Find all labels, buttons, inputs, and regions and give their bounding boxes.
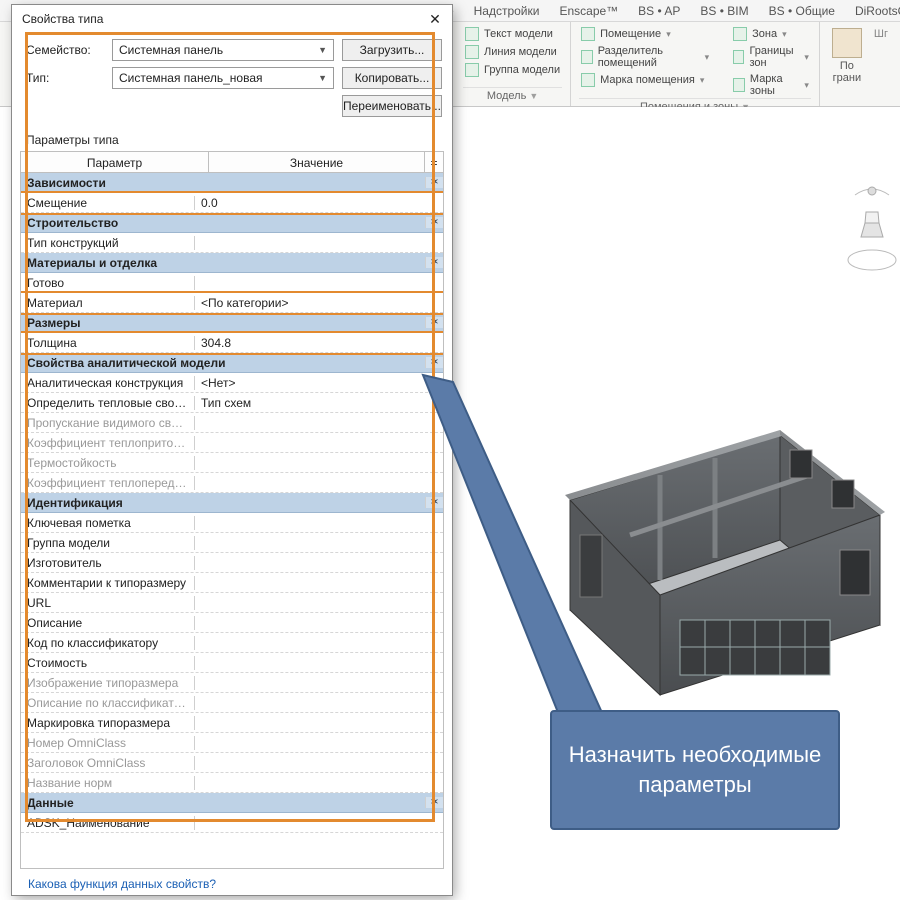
col-eq: = — [425, 152, 443, 172]
ribbon-item[interactable]: Текст модели — [463, 26, 562, 42]
group-header[interactable]: Материалы и отделка✶ — [21, 253, 443, 273]
param-row[interactable]: Комментарии к типоразмеру — [21, 573, 443, 593]
ribbon-item-icon — [581, 50, 593, 64]
param-row[interactable]: Смещение0.0 — [21, 193, 443, 213]
ribbon-panel-rooms: Помещение ▾ Разделитель помещений ▾ Марка … — [571, 22, 820, 106]
param-row[interactable]: Описание — [21, 613, 443, 633]
col-param: Параметр — [21, 152, 209, 172]
copy-button[interactable]: Копировать... — [342, 67, 442, 89]
ribbon-item-icon — [465, 63, 479, 77]
by-face-button[interactable]: По грани — [828, 26, 866, 86]
group-header[interactable]: Данные✶ — [21, 793, 443, 813]
grid-header: Параметр Значение = — [20, 151, 444, 173]
ribbon-panel-model: Текст модели Линия модели Группа модели Мо… — [455, 22, 571, 106]
ribbon-item[interactable]: Границы зон ▾ — [731, 44, 811, 70]
param-row[interactable]: ADSK_Наименование — [21, 813, 443, 833]
param-row[interactable]: Определить тепловые свойстваТип схем — [21, 393, 443, 413]
ribbon-item-icon — [733, 78, 745, 92]
param-row[interactable]: Аналитическая конструкция<Нет> — [21, 373, 443, 393]
viewcube[interactable] — [845, 185, 900, 275]
shaft-button[interactable]: Шг — [870, 26, 892, 86]
parameters-grid[interactable]: Зависимости✶Смещение0.0Строительство✶Тип… — [21, 173, 443, 869]
param-row[interactable]: Название норм — [21, 773, 443, 793]
param-row[interactable]: Стоимость — [21, 653, 443, 673]
annotation-balloon: Назначить необходимые параметры — [550, 710, 840, 830]
col-value: Значение — [209, 152, 425, 172]
group-header[interactable]: Строительство✶ — [21, 213, 443, 233]
param-row[interactable]: URL — [21, 593, 443, 613]
type-combo[interactable]: Системная панель_новая▼ — [112, 67, 334, 89]
group-header[interactable]: Размеры✶ — [21, 313, 443, 333]
ribbon-item-icon — [465, 45, 479, 59]
close-icon[interactable]: ✕ — [426, 10, 444, 28]
ribbon-panel-face: По грани Шг — [820, 22, 900, 106]
param-row[interactable]: Изображение типоразмера — [21, 673, 443, 693]
param-row[interactable]: Описание по классификатору — [21, 693, 443, 713]
ribbon-item[interactable]: Помещение ▾ — [579, 26, 711, 42]
load-button[interactable]: Загрузить... — [342, 39, 442, 61]
param-row[interactable]: Тип конструкций — [21, 233, 443, 253]
param-row[interactable]: Готово — [21, 273, 443, 293]
ribbon-item-icon — [465, 27, 479, 41]
param-row[interactable]: Толщина304.8 — [21, 333, 443, 353]
param-row[interactable]: Коэффициент теплопритока от — [21, 433, 443, 453]
ribbon-item[interactable]: Линия модели — [463, 44, 562, 60]
group-header[interactable]: Зависимости✶ — [21, 173, 443, 193]
help-link[interactable]: Какова функция данных свойств? — [16, 869, 448, 891]
ribbon-tab[interactable]: BS • BIM — [690, 4, 758, 18]
dialog-title: Свойства типа — [22, 12, 103, 26]
ribbon-item-icon — [581, 27, 595, 41]
group-header[interactable]: Свойства аналитической модели✶ — [21, 353, 443, 373]
ribbon-item-icon — [733, 50, 744, 64]
param-row[interactable]: Материал<По категории> — [21, 293, 443, 313]
rename-button[interactable]: Переименовать... — [342, 95, 442, 117]
ribbon-tab[interactable]: Надстройки — [464, 4, 550, 18]
param-row[interactable]: Изготовитель — [21, 553, 443, 573]
param-row[interactable]: Код по классификатору — [21, 633, 443, 653]
panel-title-model: Модель — [487, 90, 526, 102]
param-row[interactable]: Пропускание видимого света — [21, 413, 443, 433]
ribbon-tab[interactable]: BS • AP — [628, 4, 690, 18]
type-properties-dialog: Свойства типа ✕ Семейство: Системная пан… — [12, 5, 452, 895]
param-row[interactable]: Заголовок OmniClass — [21, 753, 443, 773]
ribbon-tab[interactable]: BS • Общие — [759, 4, 845, 18]
param-row[interactable]: Термостойкость — [21, 453, 443, 473]
group-header[interactable]: Идентификация✶ — [21, 493, 443, 513]
ribbon-item-icon — [733, 27, 747, 41]
ribbon-item[interactable]: Марка зоны ▾ — [731, 72, 811, 98]
ribbon-item[interactable]: Марка помещения ▾ — [579, 72, 711, 88]
family-label: Семейство: — [26, 43, 104, 57]
ribbon-tab[interactable]: Enscape™ — [549, 4, 628, 18]
family-combo[interactable]: Системная панель▼ — [112, 39, 334, 61]
ribbon-tab[interactable]: DiRootsOne — [845, 4, 900, 18]
param-row[interactable]: Номер OmniClass — [21, 733, 443, 753]
ribbon-item[interactable]: Зона ▾ — [731, 26, 811, 42]
param-row[interactable]: Коэффициент теплопередачи ( — [21, 473, 443, 493]
parameters-label: Параметры типа — [16, 123, 448, 151]
param-row[interactable]: Маркировка типоразмера — [21, 713, 443, 733]
ribbon-item[interactable]: Группа модели — [463, 62, 562, 78]
param-row[interactable]: Ключевая пометка — [21, 513, 443, 533]
param-row[interactable]: Группа модели — [21, 533, 443, 553]
ribbon-item[interactable]: Разделитель помещений ▾ — [579, 44, 711, 70]
ribbon-item-icon — [581, 73, 595, 87]
type-label: Тип: — [26, 71, 104, 85]
